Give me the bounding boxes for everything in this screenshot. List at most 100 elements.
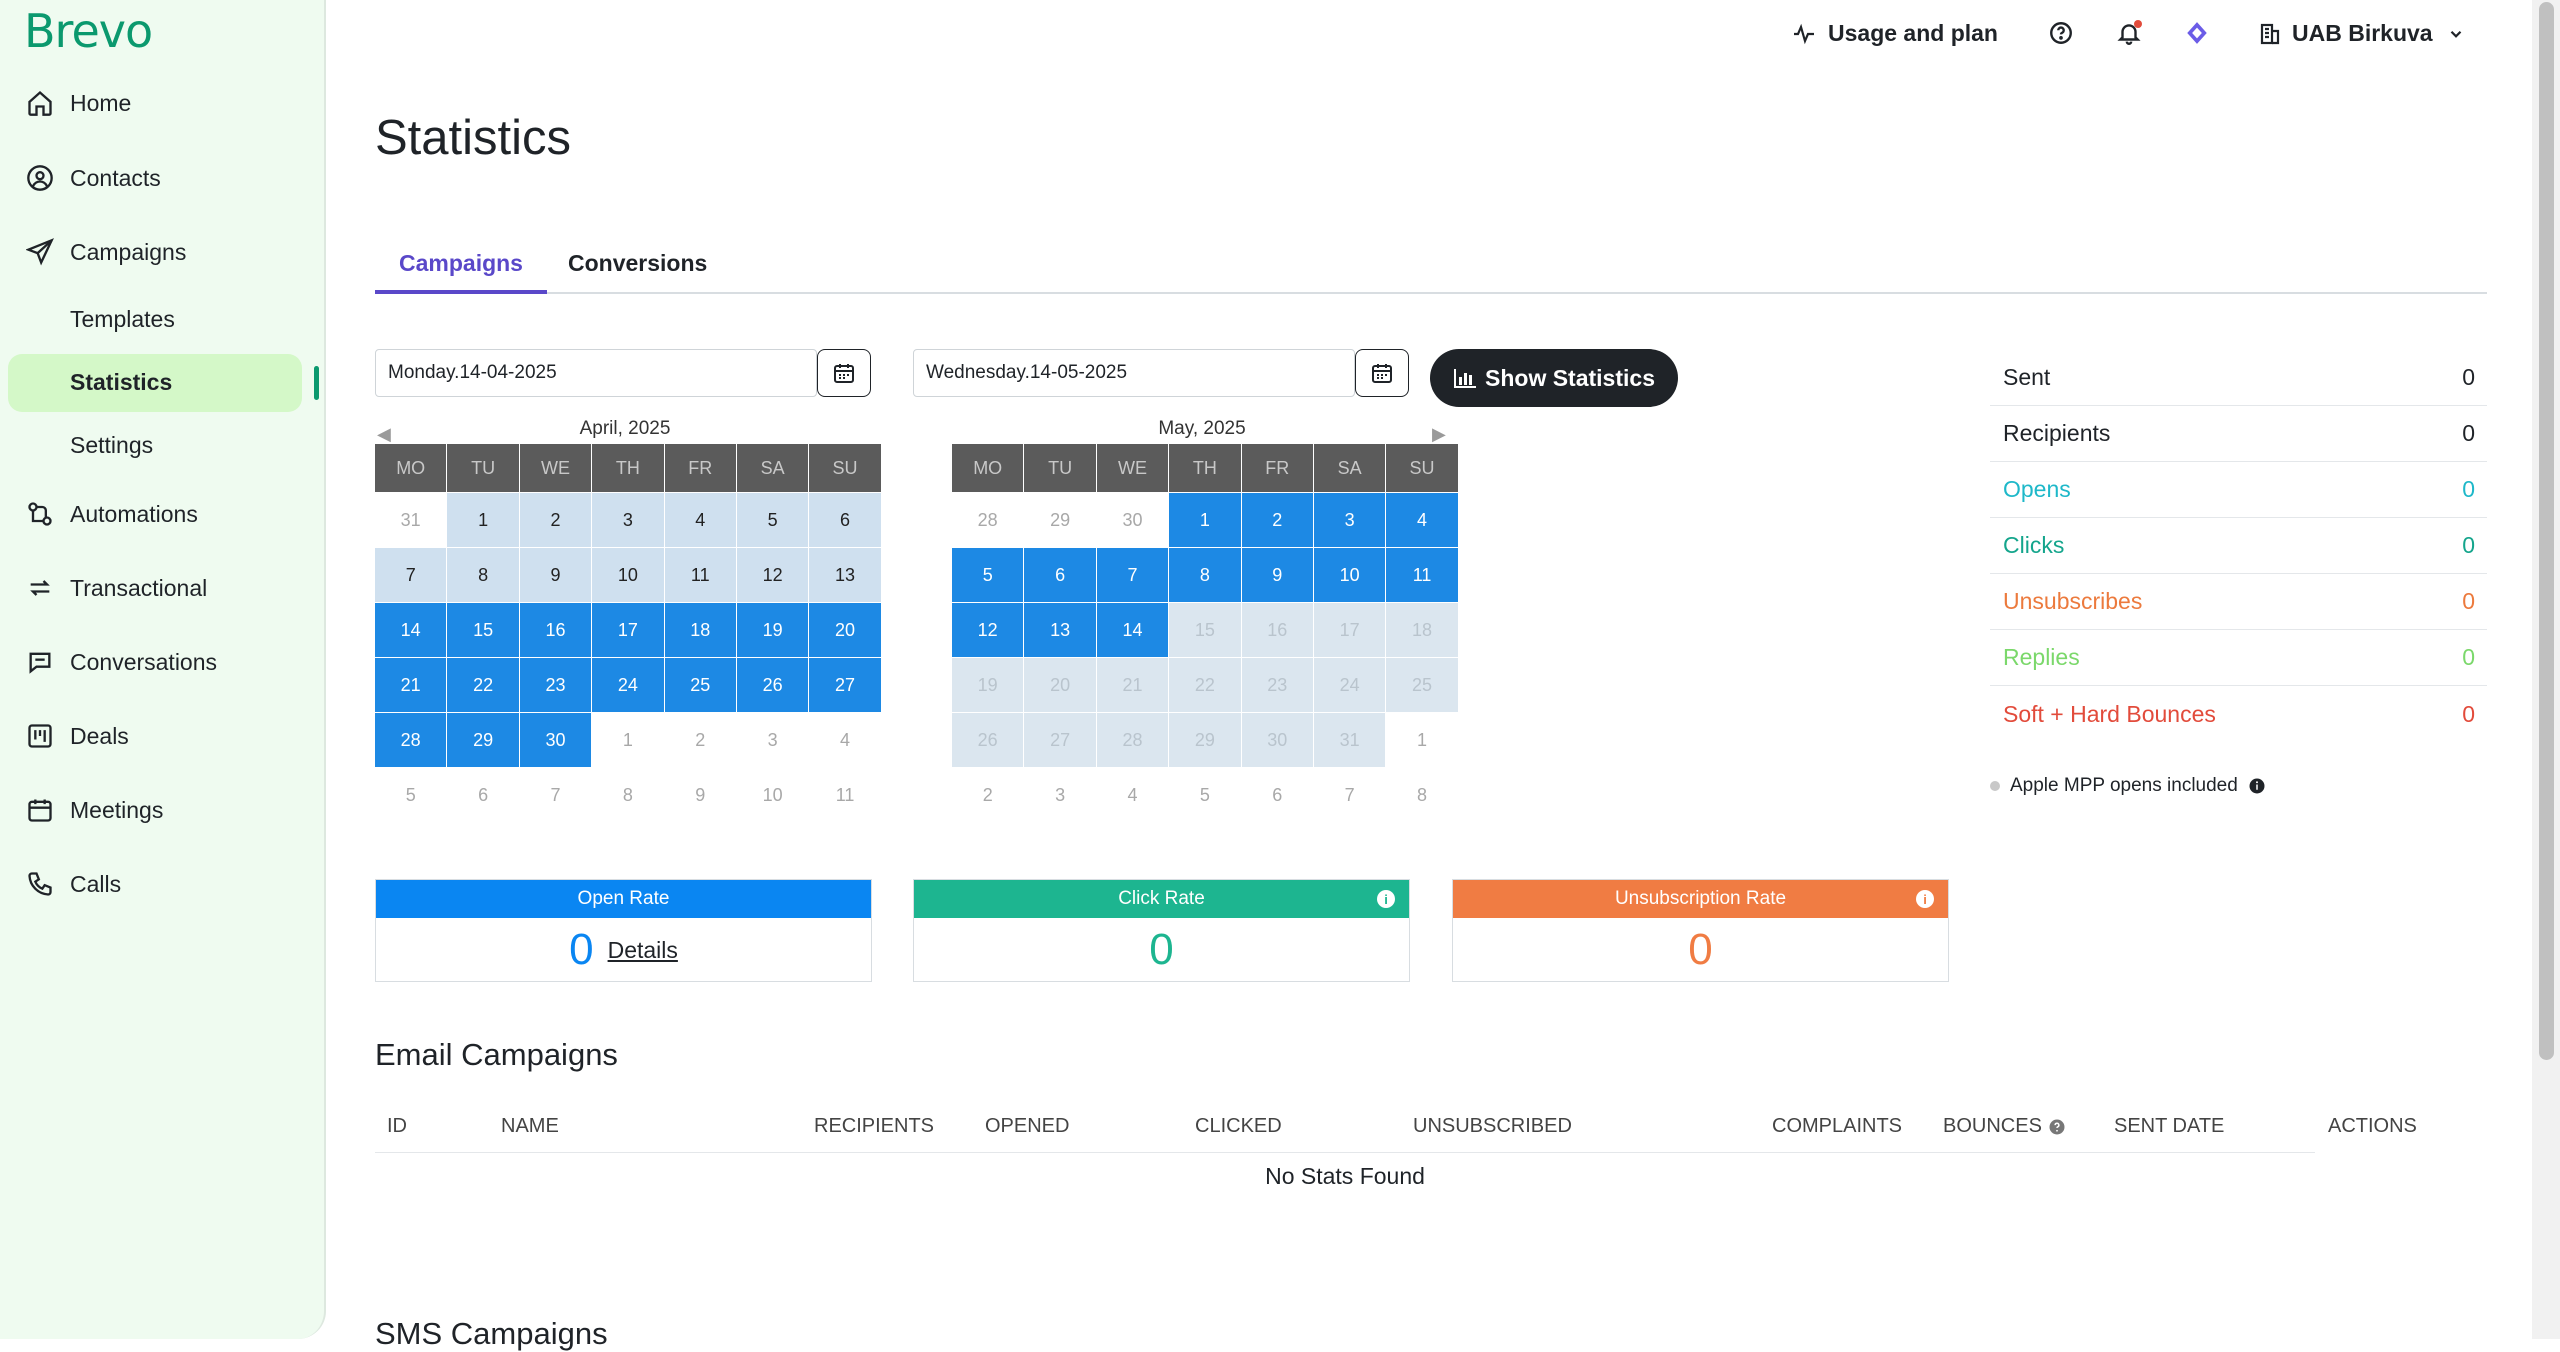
calendar-day[interactable]: 31 [375, 493, 447, 547]
calendar-day[interactable]: 2 [519, 493, 592, 547]
calendar-day-selected[interactable]: 8 [1169, 548, 1241, 602]
calendar-day[interactable]: 3 [736, 713, 809, 767]
info-icon[interactable] [2248, 777, 2266, 795]
calendar-day[interactable]: 31 [1313, 713, 1386, 767]
calendar-day[interactable]: 5 [736, 493, 809, 547]
calendar-day[interactable]: 15 [1169, 603, 1241, 657]
sidebar-item-deals[interactable]: Deals [0, 705, 326, 767]
calendar-day[interactable]: 7 [519, 768, 592, 822]
scrollbar-thumb[interactable] [2539, 2, 2554, 1060]
premium-button[interactable] [2184, 20, 2210, 46]
calendar-day[interactable]: 13 [809, 548, 881, 602]
help-icon[interactable] [2048, 1118, 2066, 1136]
calendar-day[interactable]: 29 [1024, 493, 1096, 547]
sidebar-item-home[interactable]: Home [0, 72, 326, 134]
calendar-day-selected[interactable]: 22 [447, 658, 519, 712]
sidebar-item-templates[interactable]: Templates [70, 306, 175, 333]
calendar-day[interactable]: 11 [809, 768, 881, 822]
calendar-day[interactable]: 18 [1386, 603, 1458, 657]
sidebar-item-automations[interactable]: Automations [0, 483, 326, 545]
calendar-day[interactable]: 26 [952, 713, 1024, 767]
calendar-day[interactable]: 7 [1313, 768, 1386, 822]
calendar-day-selected[interactable]: 17 [592, 603, 664, 657]
calendar-day[interactable]: 6 [1241, 768, 1313, 822]
calendar-day-selected[interactable]: 24 [592, 658, 664, 712]
calendar-day-selected[interactable]: 29 [447, 713, 519, 767]
calendar-day[interactable]: 1 [1386, 713, 1458, 767]
column-header[interactable]: ID [387, 1115, 407, 1138]
calendar-day-selected[interactable]: 5 [952, 548, 1024, 602]
calendar-day[interactable]: 30 [1241, 713, 1313, 767]
tab-conversions[interactable]: Conversions [544, 250, 731, 294]
column-header[interactable]: CLICKED [1195, 1115, 1282, 1138]
calendar-day-selected[interactable]: 12 [952, 603, 1024, 657]
calendar-day[interactable]: 8 [592, 768, 664, 822]
calendar-day[interactable]: 2 [664, 713, 736, 767]
calendar-day-selected[interactable]: 16 [519, 603, 592, 657]
sidebar-item-statistics[interactable]: Statistics [70, 369, 172, 396]
calendar-day[interactable]: 4 [809, 713, 881, 767]
calendar-day-selected[interactable]: 28 [375, 713, 447, 767]
calendar-day[interactable]: 5 [1169, 768, 1241, 822]
calendar-day[interactable]: 6 [809, 493, 881, 547]
calendar-day-selected[interactable]: 20 [809, 603, 881, 657]
calendar-day-selected[interactable]: 26 [736, 658, 809, 712]
calendar-day-selected[interactable]: 3 [1313, 493, 1386, 547]
sidebar-item-contacts[interactable]: Contacts [0, 147, 326, 209]
calendar-day[interactable]: 25 [1386, 658, 1458, 712]
end-date-calendar-button[interactable] [1355, 349, 1409, 397]
sidebar-item-settings[interactable]: Settings [70, 432, 153, 459]
calendar-day-selected[interactable]: 25 [664, 658, 736, 712]
calendar-day-selected[interactable]: 15 [447, 603, 519, 657]
column-header[interactable]: UNSUBSCRIBED [1413, 1115, 1572, 1138]
column-header[interactable]: SENT DATE [2114, 1115, 2224, 1138]
calendar-day-selected[interactable]: 23 [519, 658, 592, 712]
info-icon[interactable]: i [1916, 890, 1934, 908]
calendar-day-selected[interactable]: 9 [1241, 548, 1313, 602]
calendar-day[interactable]: 24 [1313, 658, 1386, 712]
calendar-day-selected[interactable]: 18 [664, 603, 736, 657]
calendar-day[interactable]: 21 [1096, 658, 1169, 712]
sidebar-item-meetings[interactable]: Meetings [0, 779, 326, 841]
sidebar-item-conversations[interactable]: Conversations [0, 631, 326, 693]
calendar-day[interactable]: 9 [519, 548, 592, 602]
calendar-day[interactable]: 1 [447, 493, 519, 547]
calendar-day-selected[interactable]: 10 [1313, 548, 1386, 602]
calendar-day[interactable]: 3 [1024, 768, 1096, 822]
calendar-day-selected[interactable]: 4 [1386, 493, 1458, 547]
calendar-day[interactable]: 27 [1024, 713, 1096, 767]
info-icon[interactable]: i [1377, 890, 1395, 908]
calendar-day-selected[interactable]: 13 [1024, 603, 1096, 657]
calendar-day[interactable]: 7 [375, 548, 447, 602]
calendar-day[interactable]: 6 [447, 768, 519, 822]
calendar-day-selected[interactable]: 6 [1024, 548, 1096, 602]
calendar-day-selected[interactable]: 11 [1386, 548, 1458, 602]
show-statistics-button[interactable]: Show Statistics [1430, 349, 1678, 407]
column-header[interactable]: OPENED [985, 1115, 1069, 1138]
calendar-day[interactable]: 16 [1241, 603, 1313, 657]
calendar-day[interactable]: 9 [664, 768, 736, 822]
column-header[interactable]: COMPLAINTS [1772, 1115, 1902, 1138]
sidebar-item-calls[interactable]: Calls [0, 853, 326, 915]
calendar-day[interactable]: 30 [1096, 493, 1169, 547]
calendar-day[interactable]: 20 [1024, 658, 1096, 712]
sidebar-item-campaigns[interactable]: Campaigns [0, 221, 326, 283]
calendar-day-selected[interactable]: 27 [809, 658, 881, 712]
calendar-day[interactable]: 1 [592, 713, 664, 767]
tab-campaigns[interactable]: Campaigns [375, 250, 547, 294]
calendar-day-selected[interactable]: 14 [375, 603, 447, 657]
calendar-day[interactable]: 4 [1096, 768, 1169, 822]
calendar-day[interactable]: 29 [1169, 713, 1241, 767]
help-button[interactable] [2048, 20, 2074, 46]
notifications-button[interactable] [2116, 20, 2142, 46]
start-date-calendar-button[interactable] [817, 349, 871, 397]
calendar-day-selected[interactable]: 2 [1241, 493, 1313, 547]
column-header-bounces[interactable]: BOUNCES [1943, 1115, 2066, 1138]
calendar-day-selected[interactable]: 19 [736, 603, 809, 657]
calendar-day[interactable]: 28 [952, 493, 1024, 547]
brevo-logo[interactable]: Brevo [24, 4, 153, 58]
calendar-day[interactable]: 3 [592, 493, 664, 547]
calendar-day-selected[interactable]: 21 [375, 658, 447, 712]
calendar-day-selected[interactable]: 14 [1096, 603, 1169, 657]
calendar-day-selected[interactable]: 1 [1169, 493, 1241, 547]
